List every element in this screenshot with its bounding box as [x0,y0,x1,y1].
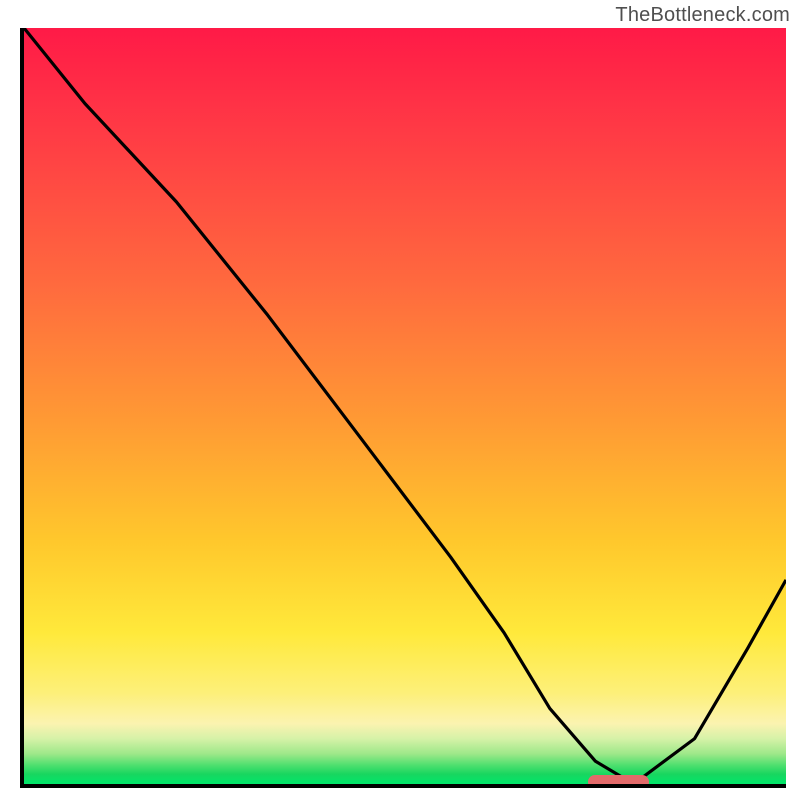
background-gradient [24,28,786,784]
watermark-text: TheBottleneck.com [615,4,790,27]
chart-canvas: TheBottleneck.com [0,0,800,800]
plot-area [24,28,786,784]
minimum-marker [588,775,649,784]
